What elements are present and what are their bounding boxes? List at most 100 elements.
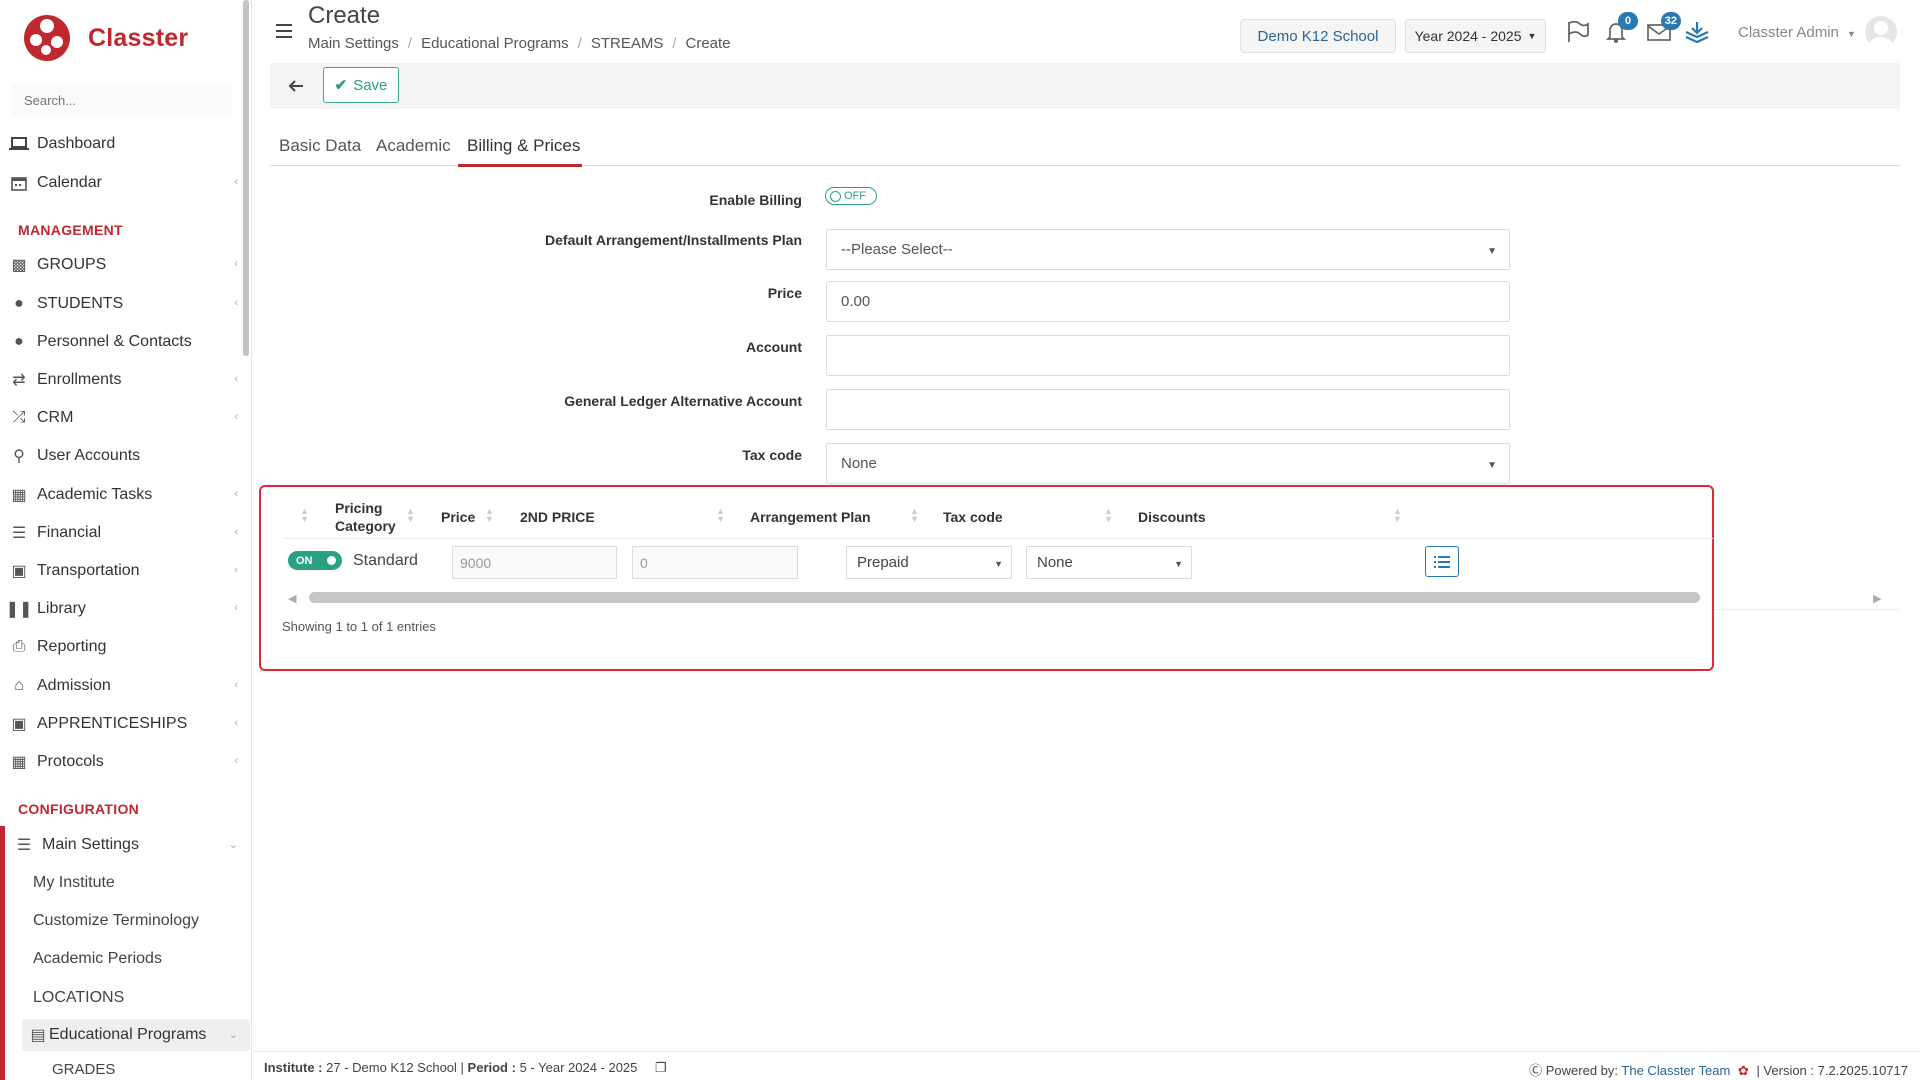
sidebar-search-input[interactable] (12, 84, 232, 116)
year-selector-button[interactable]: Year 2024 - 2025 ▼ (1405, 19, 1546, 53)
notifications-bell-icon[interactable]: 0 (1602, 12, 1638, 46)
flag-icon[interactable] (1564, 18, 1592, 46)
classter-logo-icon (24, 15, 70, 61)
row-second-price-input[interactable]: 0 (632, 546, 798, 579)
menu-toggle-icon[interactable] (276, 24, 292, 38)
column-header-arrangement-plan[interactable]: Arrangement Plan (750, 508, 871, 526)
enable-billing-label: Enable Billing (709, 192, 802, 208)
sidebar-item-admission[interactable]: ⌂ Admission ‹ (0, 669, 248, 703)
sort-icon[interactable]: ▲ ▼ (1104, 507, 1113, 524)
chevron-left-icon: ‹ (234, 176, 238, 188)
row-tax-code-select[interactable]: None ▼ (1026, 546, 1192, 579)
avatar[interactable] (1865, 16, 1897, 48)
app-logo[interactable]: Classter (22, 10, 188, 66)
sidebar-item-customize-terminology[interactable]: Customize Terminology (0, 904, 248, 938)
chevron-left-icon: ‹ (234, 564, 238, 576)
chevron-left-icon: ‹ (234, 717, 238, 729)
sidebar-item-label: GROUPS (37, 256, 107, 273)
sort-icon[interactable]: ▲ ▼ (1393, 507, 1402, 524)
tab-billing-prices[interactable]: Billing & Prices (467, 136, 580, 156)
price-input[interactable]: 0.00 (826, 281, 1510, 322)
sliders-icon: ☰ (16, 837, 32, 854)
sidebar-item-groups[interactable]: ▩ GROUPS ‹ (0, 248, 248, 282)
caret-down-icon: ▼ (1847, 29, 1856, 39)
arrangement-plan-select[interactable]: --Please Select-- ▼ (826, 229, 1510, 270)
sidebar-item-protocols[interactable]: ▦ Protocols ‹ (0, 745, 248, 779)
sidebar-item-calendar[interactable]: Calendar ‹ (0, 166, 248, 200)
row-price-input[interactable]: 9000 (452, 546, 617, 579)
sidebar-item-label: APPRENTICESHIPS (37, 715, 188, 732)
breadcrumb-item[interactable]: STREAMS (591, 35, 664, 52)
sidebar-item-students[interactable]: ● STUDENTS ‹ (0, 287, 248, 321)
sidebar-item-financial[interactable]: ☰ Financial ‹ (0, 516, 248, 550)
breadcrumb-item[interactable]: Main Settings (308, 35, 399, 52)
gl-account-input[interactable] (826, 389, 1510, 430)
user-menu[interactable]: Classter Admin ▼ (1738, 24, 1856, 41)
footer-version: | Version : 7.2.2025.10717 (1756, 1063, 1908, 1078)
sidebar-item-reporting[interactable]: ⎙ Reporting (0, 630, 248, 664)
tab-basic-data[interactable]: Basic Data (279, 136, 361, 156)
select-value: None (1037, 554, 1073, 571)
column-header-price[interactable]: Price (441, 508, 475, 526)
school-selector-button[interactable]: Demo K12 School (1240, 19, 1396, 53)
sort-icon[interactable]: ▲ ▼ (910, 507, 919, 524)
column-header-pricing-category[interactable]: Pricing Category (335, 499, 405, 535)
sidebar-item-main-settings[interactable]: ☰ Main Settings ⌄ (0, 828, 248, 862)
footer-institute-label: Institute : (264, 1060, 323, 1075)
sidebar-item-enrollments[interactable]: ⇄ Enrollments ‹ (0, 363, 248, 397)
horizontal-scrollbar[interactable] (309, 592, 1700, 603)
sidebar-item-locations[interactable]: LOCATIONS (0, 981, 248, 1015)
save-button[interactable]: ✔ Save (323, 67, 399, 103)
bus-icon: ▣ (11, 563, 27, 580)
row-arrangement-plan-select[interactable]: Prepaid ▼ (846, 546, 1012, 579)
price-label: Price (767, 285, 802, 301)
scroll-right-icon[interactable]: ▶ (1873, 592, 1881, 605)
row-active-toggle[interactable]: ON (288, 551, 342, 570)
sort-icon[interactable]: ▲ ▼ (300, 507, 309, 524)
select-value: None (841, 455, 877, 472)
sidebar-item-crm[interactable]: ⤮ CRM ‹ (0, 401, 248, 435)
sidebar-item-transportation[interactable]: ▣ Transportation ‹ (0, 554, 248, 588)
account-label: Account (746, 339, 802, 355)
copy-icon[interactable]: ❐ (655, 1060, 667, 1075)
groups-icon: ▩ (11, 257, 27, 274)
sort-icon[interactable]: ▲ ▼ (716, 507, 725, 524)
sidebar-item-apprenticeships[interactable]: ▣ APPRENTICESHIPS ‹ (0, 707, 248, 741)
tax-code-select[interactable]: None ▼ (826, 443, 1510, 484)
select-value: Prepaid (857, 554, 909, 571)
column-header-second-price[interactable]: 2ND PRICE (520, 508, 595, 526)
enable-billing-toggle[interactable]: OFF (825, 187, 877, 205)
back-arrow-icon[interactable] (282, 72, 310, 100)
sidebar-item-user-accounts[interactable]: ⚲ User Accounts (0, 439, 248, 473)
tab-academic[interactable]: Academic (376, 136, 451, 156)
messages-envelope-icon[interactable]: 32 (1645, 12, 1681, 46)
column-header-tax-code[interactable]: Tax code (943, 508, 1003, 526)
discounts-list-button[interactable] (1425, 546, 1459, 577)
sidebar-item-dashboard[interactable]: Dashboard (0, 127, 248, 161)
sidebar-item-library[interactable]: ❚❚ Library ‹ (0, 592, 248, 626)
sidebar-item-grades[interactable]: GRADES (0, 1052, 248, 1080)
sidebar-item-personnel[interactable]: ● Personnel & Contacts (0, 325, 248, 359)
column-header-discounts[interactable]: Discounts (1138, 508, 1206, 526)
save-button-label: Save (353, 76, 388, 94)
sidebar-item-educational-programs[interactable]: ▤ Educational Programs ⌄ (0, 1018, 248, 1052)
footer-powered-label: Powered by: (1545, 1063, 1619, 1078)
toggle-knob (327, 556, 336, 565)
scroll-left-icon[interactable]: ◀ (288, 592, 296, 605)
footer-powered-link[interactable]: The Classter Team (1621, 1063, 1730, 1078)
chevron-left-icon: ‹ (234, 602, 238, 614)
tasks-icon: ▦ (11, 487, 27, 504)
sidebar-item-my-institute[interactable]: My Institute (0, 866, 248, 900)
layers-icon[interactable] (1683, 18, 1711, 46)
chevron-left-icon: ‹ (234, 755, 238, 767)
breadcrumb-item[interactable]: Educational Programs (421, 35, 569, 52)
sort-icon[interactable]: ▲ ▼ (485, 507, 494, 524)
institution-icon: ⌂ (14, 677, 24, 694)
sidebar-item-academic-tasks[interactable]: ▦ Academic Tasks ‹ (0, 478, 248, 512)
account-input[interactable] (826, 335, 1510, 376)
key-icon: ⚲ (13, 448, 25, 465)
sidebar-item-label: Calendar (37, 174, 102, 191)
sidebar-item-label: Transportation (37, 562, 140, 579)
sort-icon[interactable]: ▲ ▼ (406, 507, 415, 524)
sidebar-item-academic-periods[interactable]: Academic Periods (0, 942, 248, 976)
